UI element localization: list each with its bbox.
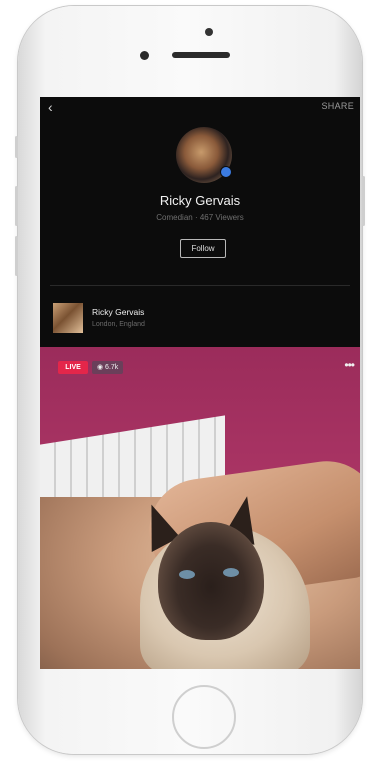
share-button[interactable]: SHARE: [321, 101, 354, 111]
front-camera: [205, 28, 213, 36]
video-cat-eye-right: [223, 568, 239, 577]
profile-name: Ricky Gervais: [159, 193, 241, 208]
live-badge: LIVE: [58, 361, 88, 374]
phone-power-button: [362, 176, 365, 226]
follow-button[interactable]: Follow: [180, 239, 226, 258]
home-button[interactable]: [172, 685, 236, 749]
video-cat-eye-left: [179, 570, 195, 579]
proximity-sensor: [140, 51, 149, 60]
viewer-count-badge: ◉ 6.7k: [92, 361, 124, 374]
phone-volume-up: [15, 186, 18, 226]
app-screen: ‹ SHARE Ricky Gervais Comedian · 467 Vie…: [40, 97, 360, 669]
more-options-icon[interactable]: •••: [344, 359, 355, 371]
video-cat-face: [158, 522, 264, 640]
post-location: London, England: [92, 321, 145, 328]
post-author-avatar[interactable]: [53, 303, 83, 333]
live-video[interactable]: LIVE ◉ 6.7k •••: [40, 347, 360, 669]
section-divider: [50, 285, 350, 286]
back-arrow-icon[interactable]: ‹: [48, 100, 53, 114]
phone-volume-down: [15, 236, 18, 276]
earpiece-speaker: [172, 52, 230, 58]
post-author-name[interactable]: Ricky Gervais: [92, 307, 144, 317]
profile-meta: Comedian · 467 Viewers: [156, 213, 244, 222]
top-bar: ‹ SHARE: [40, 97, 360, 119]
phone-silent-switch: [15, 136, 18, 158]
verified-badge-icon: [220, 166, 232, 178]
